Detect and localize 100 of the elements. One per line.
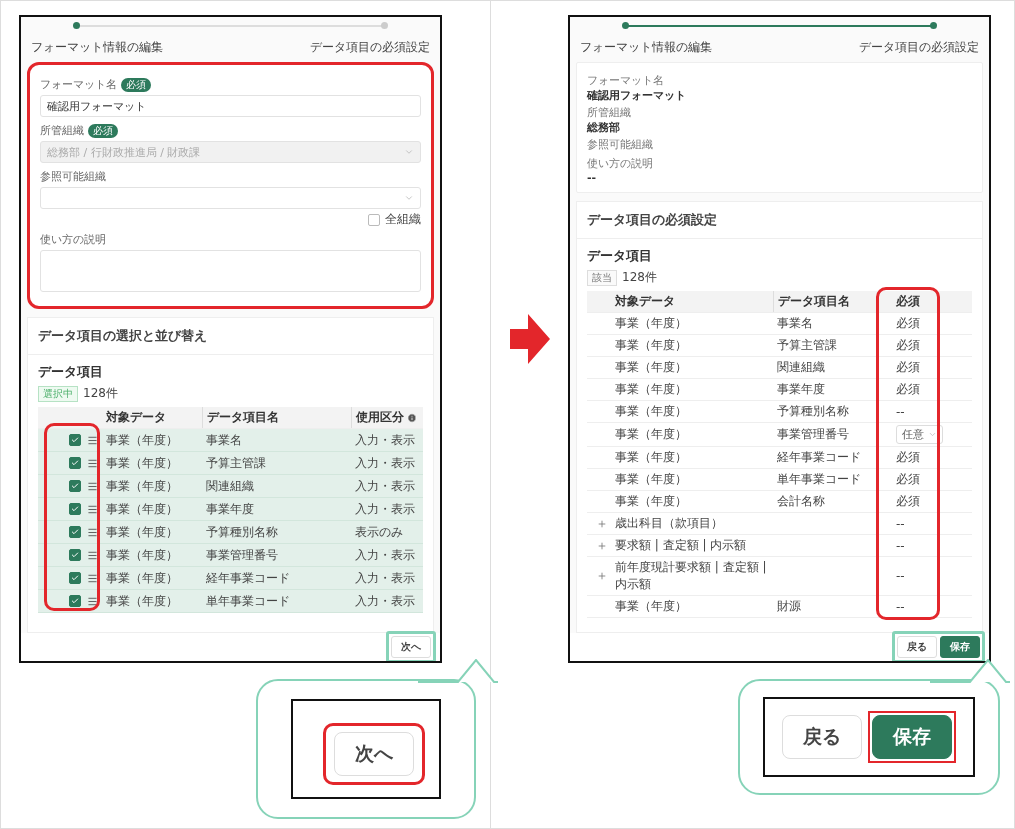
table-cell-text: 事業管理番号 <box>775 426 850 443</box>
checkbox[interactable] <box>69 526 81 538</box>
checkbox[interactable] <box>69 434 81 446</box>
textarea-field[interactable] <box>40 250 421 292</box>
field-label: 参照可能組織 <box>587 137 654 152</box>
table-cell-text: 必須 <box>895 449 922 466</box>
table-row[interactable]: 事業（年度） 事業管理番号 入力・表示 <box>38 544 423 567</box>
drag-handle-icon[interactable] <box>87 457 98 469</box>
table-cell-text: -- <box>895 598 906 616</box>
field-label: 参照可能組織 <box>40 169 106 184</box>
select-field[interactable]: 任意 <box>896 425 944 444</box>
table-cell-text: -- <box>895 568 906 585</box>
table-cell-text: -- <box>895 515 906 533</box>
table-cell-text: 入力・表示 <box>354 431 416 449</box>
check-icon <box>71 574 79 582</box>
table-cell-text: 経年事業コード <box>775 449 862 466</box>
section-title: データ項目の選択と並び替え <box>28 318 433 355</box>
table-cell-text: 事業（年度） <box>105 500 179 518</box>
table-cell-text: 関連組織 <box>775 359 826 376</box>
table-cell-text: 要求額 | 査定額 | 内示額 <box>614 537 748 554</box>
required-badge: 必須 <box>121 77 151 92</box>
table-cell-text: 入力・表示 <box>354 500 416 518</box>
checkbox[interactable] <box>69 480 81 492</box>
table-cell-text: 予算種別名称 <box>205 523 280 541</box>
table-cell-text: 必須 <box>895 315 922 332</box>
table-cell-text: 単年事業コード <box>775 471 862 488</box>
table-cell-text: 会計名称 <box>775 493 826 510</box>
info-icon[interactable] <box>407 412 417 423</box>
drag-handle-icon[interactable] <box>87 595 98 607</box>
table-cell-text: 必須 <box>895 359 922 376</box>
button[interactable]: 次へ <box>334 732 414 776</box>
required-badge: 必須 <box>88 123 118 138</box>
table-row[interactable]: 事業（年度） 事業名 入力・表示 <box>38 429 423 452</box>
check-icon <box>71 459 79 467</box>
table-cell-text: 事業（年度） <box>105 477 179 495</box>
check-icon <box>71 505 79 513</box>
checkbox[interactable] <box>69 572 81 584</box>
step-label: データ項目の必須設定 <box>859 39 979 56</box>
table-cell-text: 経年事業コード <box>205 569 292 587</box>
table-cell-text: 事業（年度） <box>105 523 179 541</box>
expand-icon[interactable] <box>597 518 607 529</box>
table-row[interactable]: 事業（年度） 経年事業コード 入力・表示 <box>38 567 423 590</box>
table-row[interactable]: 事業（年度） 単年事業コード 入力・表示 <box>38 590 423 613</box>
button[interactable]: 戻る <box>782 715 862 759</box>
table-row[interactable]: 事業（年度） 関連組織 入力・表示 <box>38 475 423 498</box>
button[interactable]: 次へ <box>391 636 431 658</box>
input-field[interactable]: 確認用フォーマット <box>40 95 421 117</box>
table-cell-text: 事業（年度） <box>105 454 179 472</box>
column-header: 対象データ <box>105 409 167 426</box>
field-value: -- <box>587 171 598 184</box>
checkbox[interactable] <box>368 213 380 226</box>
checkbox[interactable] <box>69 457 81 469</box>
save-button[interactable]: 保存 <box>872 715 952 759</box>
checkbox[interactable] <box>69 549 81 561</box>
table-cell-text: 表示のみ <box>354 523 404 541</box>
table-row[interactable]: 事業（年度） 事業年度 入力・表示 <box>38 498 423 521</box>
drag-handle-icon[interactable] <box>87 503 98 515</box>
check-icon <box>71 436 79 444</box>
table-cell-text: 事業管理番号 <box>205 546 280 564</box>
table-cell-text: 入力・表示 <box>354 592 416 610</box>
drag-handle-icon[interactable] <box>87 526 98 538</box>
column-header: データ項目名 <box>772 291 893 312</box>
select-field[interactable] <box>40 187 421 209</box>
column-header: 必須 <box>895 293 922 310</box>
table-cell-text: 事業年度 <box>205 500 256 518</box>
table-cell-text: -- <box>895 537 906 555</box>
checkbox-label: 全組織 <box>385 211 421 228</box>
check-icon <box>71 482 79 490</box>
table-row[interactable]: 事業（年度） 予算種別名称 表示のみ <box>38 521 423 544</box>
column-header: 使用区分 <box>351 407 423 428</box>
step-label: データ項目の必須設定 <box>310 39 430 56</box>
button[interactable]: 戻る <box>897 636 937 658</box>
table-cell-text: 事業（年度） <box>614 449 688 466</box>
table-cell-text: 事業（年度） <box>105 592 179 610</box>
checkbox[interactable] <box>69 503 81 515</box>
field-value: 総務部 <box>587 120 621 135</box>
drag-handle-icon[interactable] <box>87 549 98 561</box>
table-cell-text: 事業（年度） <box>105 431 179 449</box>
save-button[interactable]: 保存 <box>940 636 980 658</box>
expand-icon[interactable] <box>597 540 607 551</box>
drag-handle-icon[interactable] <box>87 434 98 446</box>
table-row[interactable]: 事業（年度） 予算主管課 入力・表示 <box>38 452 423 475</box>
field-label: 所管組織 <box>587 105 632 120</box>
drag-handle-icon[interactable] <box>87 572 98 584</box>
section-title: データ項目の必須設定 <box>577 202 982 239</box>
expand-icon[interactable] <box>597 571 607 581</box>
table-cell-text: 事業（年度） <box>614 359 688 376</box>
table-cell-text: 入力・表示 <box>354 454 416 472</box>
table-cell-text: 事業（年度） <box>614 337 688 354</box>
chevron-down-icon <box>928 430 938 439</box>
check-icon <box>71 551 79 559</box>
list-title: データ項目 <box>587 247 653 265</box>
drag-handle-icon[interactable] <box>87 480 98 492</box>
table-cell-text: 事業名 <box>205 431 244 449</box>
step-label: フォーマット情報の編集 <box>580 39 712 56</box>
column-header: 対象データ <box>614 293 676 310</box>
table-cell-text: 事業（年度） <box>614 598 688 615</box>
table-cell-text: 必須 <box>895 471 922 488</box>
checkbox[interactable] <box>69 595 81 607</box>
table-cell-text: 財源 <box>775 598 802 615</box>
